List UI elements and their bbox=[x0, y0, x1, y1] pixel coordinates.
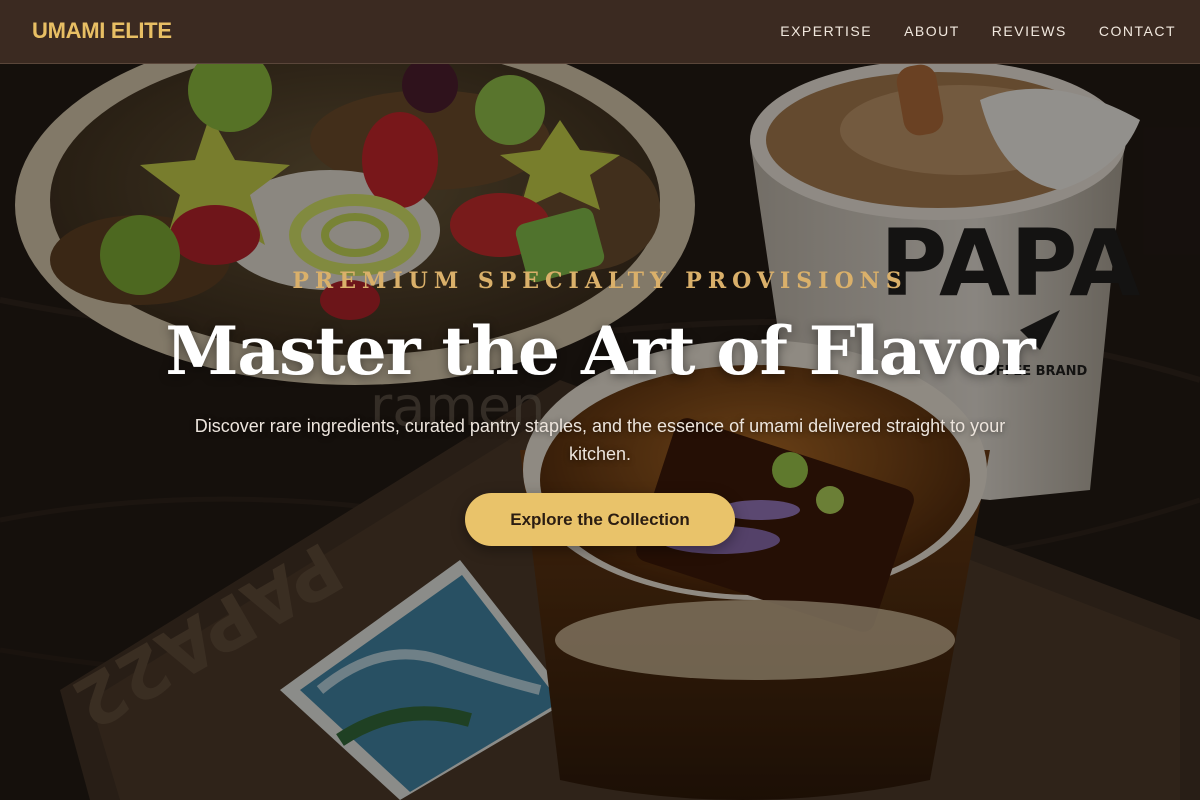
nav-link-contact[interactable]: CONTACT bbox=[1099, 23, 1176, 39]
hero-eyebrow: PREMIUM SPECIALTY PROVISIONS bbox=[292, 268, 908, 294]
brand-logo[interactable]: UMAMI ELITE bbox=[32, 18, 172, 44]
hero-section: PREMIUM SPECIALTY PROVISIONS Master the … bbox=[0, 0, 1200, 800]
nav-link-expertise[interactable]: EXPERTISE bbox=[780, 23, 872, 39]
nav-link-about[interactable]: ABOUT bbox=[904, 23, 960, 39]
nav-link-reviews[interactable]: REVIEWS bbox=[992, 23, 1067, 39]
hero-subtext: Discover rare ingredients, curated pantr… bbox=[194, 416, 1006, 464]
nav-links: EXPERTISE ABOUT REVIEWS CONTACT bbox=[780, 23, 1176, 39]
top-navigation-bar: UMAMI ELITE EXPERTISE ABOUT REVIEWS CONT… bbox=[0, 0, 1200, 64]
explore-collection-button[interactable]: Explore the Collection bbox=[465, 493, 735, 546]
landing-page: PAPA22 ramen PAPA COFFEE BRAND UMAMI ELI… bbox=[0, 0, 1200, 800]
hero-headline: Master the Art of Flavor bbox=[165, 312, 1035, 390]
